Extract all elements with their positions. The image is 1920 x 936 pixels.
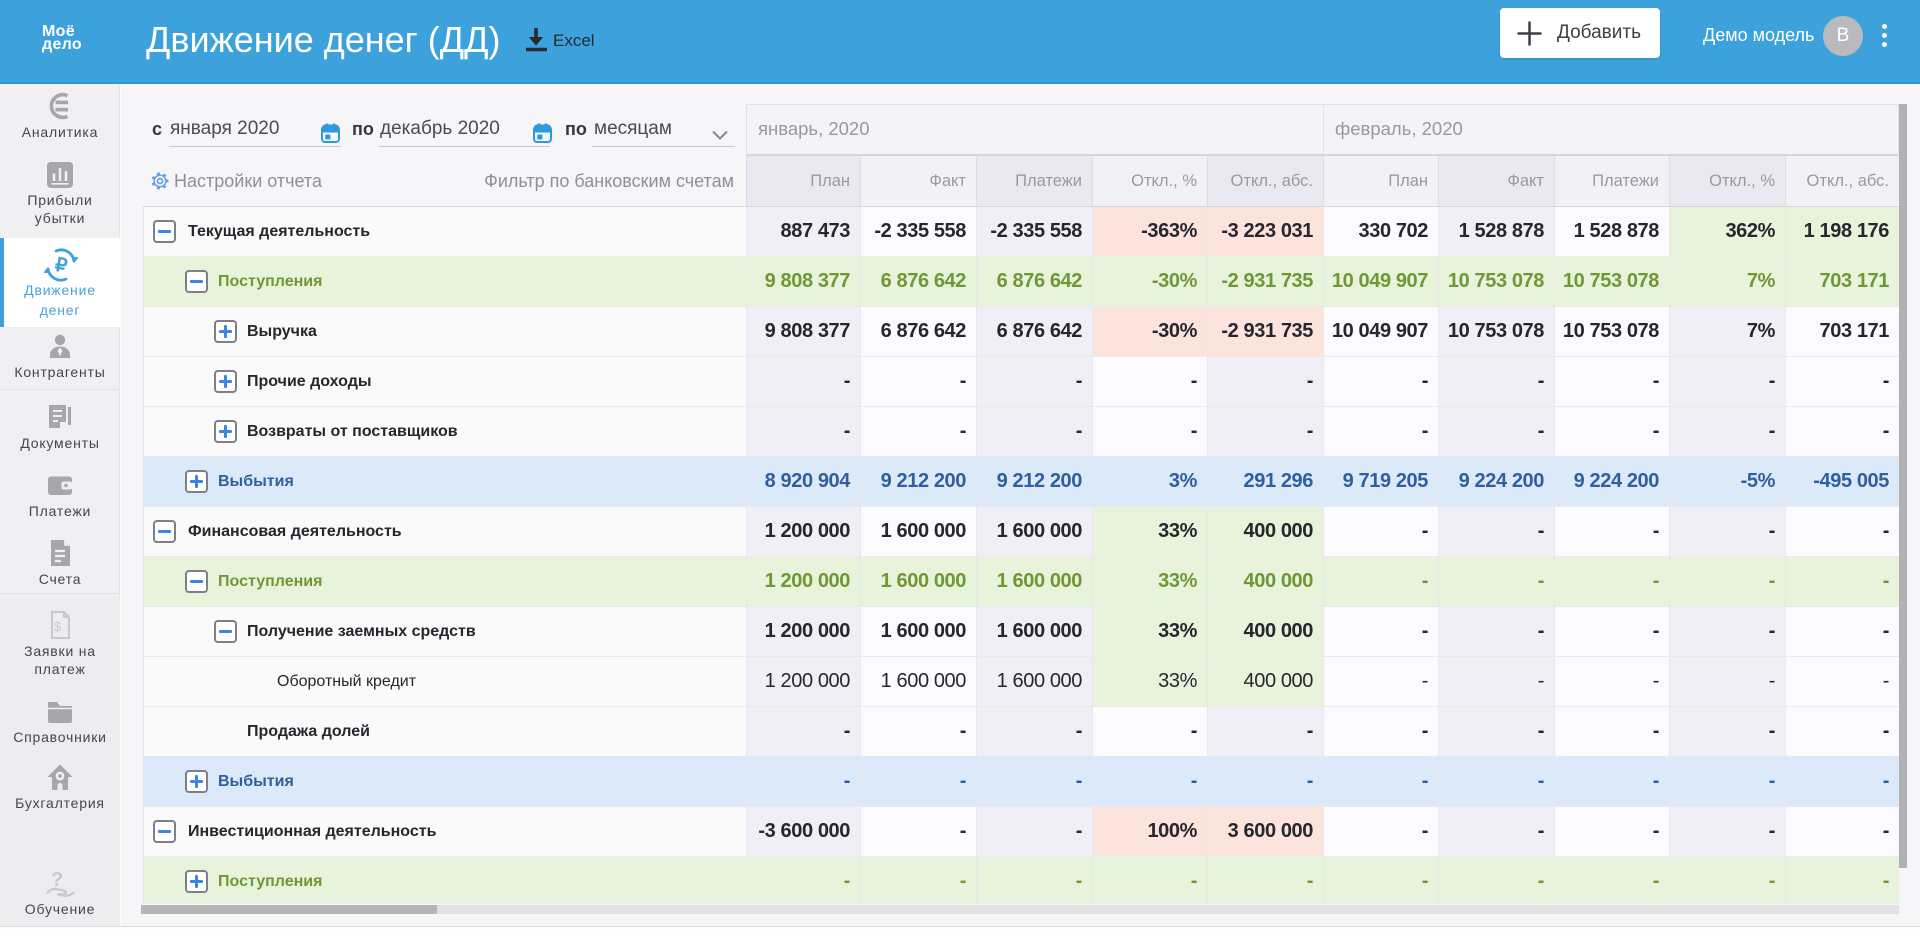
svg-text:?: ?	[51, 869, 64, 891]
svg-text:$: $	[54, 619, 62, 634]
svg-text:₽: ₽	[53, 255, 68, 278]
